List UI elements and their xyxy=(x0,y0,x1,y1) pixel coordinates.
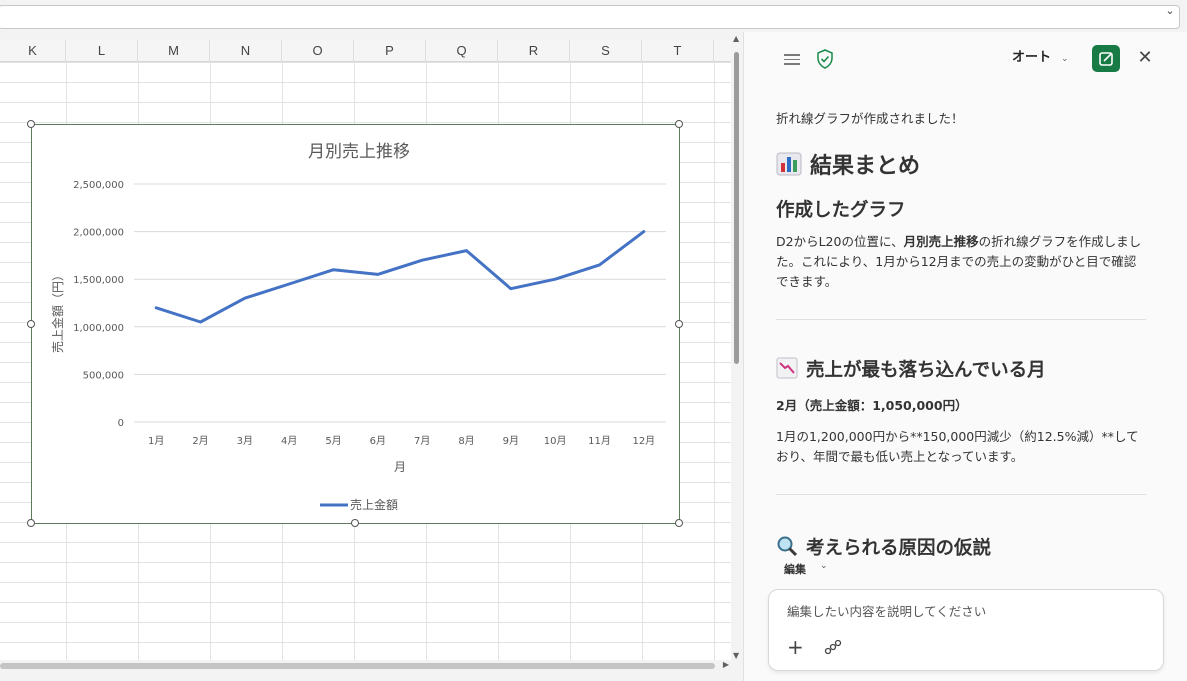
chevron-down-icon[interactable]: ⌄ xyxy=(1061,49,1069,69)
y-tick-label: 1,500,000 xyxy=(73,275,124,286)
app-window: ⌄ KLMNOPQRST ▲ ▼ ▶ 0 500,000 1,000,000 1,50… xyxy=(0,0,1187,681)
compose-icon xyxy=(1099,52,1113,66)
x-tick-label: 10月 xyxy=(544,435,567,447)
section1-paragraph: D2からL20の位置に、月別売上推移の折れ線グラフを作成しました。これにより、1… xyxy=(776,232,1148,292)
add-icon[interactable]: + xyxy=(787,637,804,657)
chart-legend[interactable]: 売上金額 xyxy=(320,497,398,512)
column-header-Q[interactable]: Q xyxy=(426,40,498,62)
x-tick-label: 7月 xyxy=(414,435,430,447)
chart-resize-handle-mr[interactable] xyxy=(675,320,683,328)
column-header-O[interactable]: O xyxy=(282,40,354,62)
chart-resize-handle-tr[interactable] xyxy=(675,120,683,128)
y-tick-label: 2,500,000 xyxy=(73,180,124,191)
shield-check-icon[interactable] xyxy=(816,49,834,69)
prompt-input[interactable] xyxy=(787,600,1147,622)
summary-heading-text: 結果まとめ xyxy=(810,154,921,179)
y-tick-label: 0 xyxy=(118,418,124,429)
section2-paragraph: 1月の1,200,000円から**150,000円減少（約12.5%減）**して… xyxy=(776,429,1139,464)
x-tick-label: 6月 xyxy=(370,435,386,447)
section1-title: 作成したグラフ xyxy=(776,200,906,221)
formula-expand-chevron-icon[interactable]: ⌄ xyxy=(1163,2,1177,20)
line-chart[interactable]: 0 500,000 1,000,000 1,500,000 2,000,000 2,500… xyxy=(31,124,680,524)
prompt-composer: + xyxy=(768,589,1164,671)
copilot-pane: オート ⌄ ✕ 折れ線グラフが作成されました！ 結果まとめ 作成したグラフ D2… xyxy=(743,32,1187,681)
summary-heading: 結果まとめ xyxy=(776,148,920,180)
x-tick-label: 1月 xyxy=(148,435,164,447)
divider xyxy=(776,494,1146,495)
column-header-T[interactable]: T xyxy=(642,40,714,62)
new-chat-button[interactable] xyxy=(1092,45,1120,72)
edit-mode-label[interactable]: 編集 xyxy=(784,561,806,577)
chart-resize-handle-bm[interactable] xyxy=(351,519,359,527)
scroll-up-arrow-icon[interactable]: ▲ xyxy=(733,34,739,43)
horizontal-scroll-thumb[interactable] xyxy=(0,663,715,669)
column-header-L[interactable]: L xyxy=(66,40,138,62)
chart-decreasing-icon xyxy=(776,357,798,379)
vertical-scrollbar[interactable]: ▲ ▼ xyxy=(731,32,743,662)
x-tick-label: 5月 xyxy=(325,435,341,447)
column-header-P[interactable]: P xyxy=(354,40,426,62)
chart-resize-handle-bl[interactable] xyxy=(27,519,35,527)
y-axis-title[interactable]: 売上金額（円） xyxy=(50,269,65,353)
section1-bold: 月別売上推移 xyxy=(903,234,979,249)
legend-label: 売上金額 xyxy=(350,497,398,512)
x-tick-label: 8月 xyxy=(458,435,474,447)
x-tick-label: 2月 xyxy=(192,435,208,447)
chevron-down-icon[interactable]: ⌄ xyxy=(820,561,828,571)
attach-link-icon[interactable] xyxy=(824,638,842,656)
column-header-S[interactable]: S xyxy=(570,40,642,62)
x-tick-label: 3月 xyxy=(237,435,253,447)
intro-message: 折れ線グラフが作成されました！ xyxy=(776,111,964,126)
divider xyxy=(776,319,1146,320)
x-tick-label: 11月 xyxy=(588,435,611,447)
y-tick-label: 500,000 xyxy=(83,370,124,381)
mode-selector-label[interactable]: オート xyxy=(1012,48,1051,68)
section3-title-text: 考えられる原因の仮説 xyxy=(806,538,992,559)
x-axis-title[interactable]: 月 xyxy=(394,460,406,474)
magnifier-icon xyxy=(777,536,798,557)
horizontal-scrollbar[interactable]: ▶ xyxy=(0,660,731,672)
menu-icon[interactable] xyxy=(784,54,800,66)
section2-title-text: 売上が最も落ち込んでいる月 xyxy=(806,360,1046,381)
column-header-N[interactable]: N xyxy=(210,40,282,62)
series-line[interactable] xyxy=(154,230,646,324)
x-tick-label: 4月 xyxy=(281,435,297,447)
column-header-row: KLMNOPQRST xyxy=(0,40,731,62)
chart-resize-handle-br[interactable] xyxy=(675,519,683,527)
scroll-down-arrow-icon[interactable]: ▼ xyxy=(733,651,739,660)
section3-title: 考えられる原因の仮説 xyxy=(776,534,991,560)
x-tick-label: 12月 xyxy=(632,435,655,447)
section2-highlight: 2月（売上金額：1,050,000円） xyxy=(776,398,968,413)
section2-title: 売上が最も落ち込んでいる月 xyxy=(776,356,1046,382)
chat-scroll-area[interactable]: 折れ線グラフが作成されました！ 結果まとめ 作成したグラフ D2からL20の位置… xyxy=(744,84,1187,574)
x-tick-label: 9月 xyxy=(503,435,519,447)
column-header-M[interactable]: M xyxy=(138,40,210,62)
y-tick-label: 1,000,000 xyxy=(73,323,124,334)
close-icon[interactable]: ✕ xyxy=(1136,48,1154,68)
bar-chart-icon xyxy=(776,152,802,176)
pane-header: オート ⌄ ✕ xyxy=(744,32,1187,84)
scroll-right-arrow-icon[interactable]: ▶ xyxy=(723,660,729,669)
column-header-K[interactable]: K xyxy=(0,40,66,62)
y-tick-label: 2,000,000 xyxy=(73,228,124,239)
vertical-scroll-thumb[interactable] xyxy=(734,52,739,364)
column-header-R[interactable]: R xyxy=(498,40,570,62)
chart-canvas: 0 500,000 1,000,000 1,500,000 2,000,000 2,500… xyxy=(50,142,666,512)
chart-title[interactable]: 月別売上推移 xyxy=(308,142,410,162)
chart-resize-handle-ml[interactable] xyxy=(27,320,35,328)
formula-input[interactable] xyxy=(0,5,1180,29)
chart-resize-handle-tl[interactable] xyxy=(27,120,35,128)
section1-text-a: D2からL20の位置に、 xyxy=(776,234,904,249)
